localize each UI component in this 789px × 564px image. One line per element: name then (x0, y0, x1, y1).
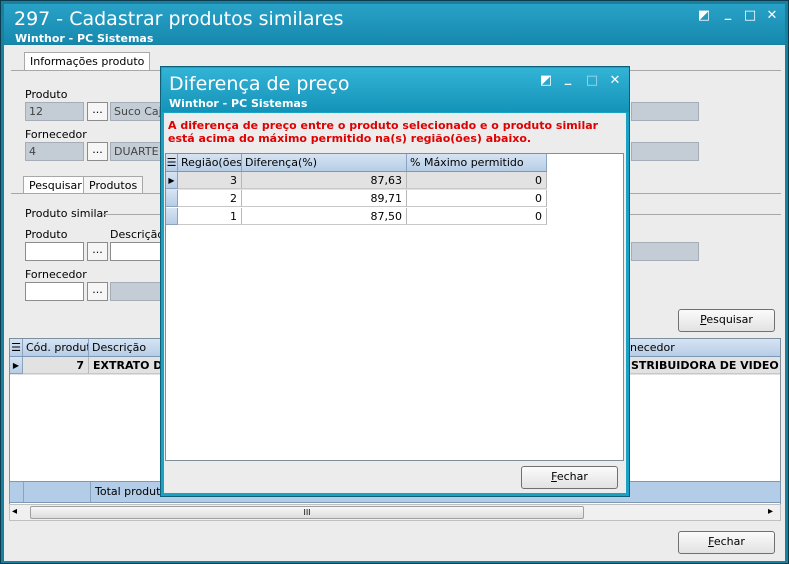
table-row[interactable]: 2 89,71 0 (166, 190, 547, 208)
row-descricao: EXTRATO DE T (89, 357, 169, 374)
scroll-right-icon[interactable]: ▸ (768, 506, 773, 517)
fechar-button-label: echar (713, 535, 745, 548)
diferenca-preco-dialog: Diferença de preço Winthor - PC Sistemas… (160, 66, 630, 497)
row-indicator (166, 190, 178, 207)
dialog-close-icon[interactable]: ✕ (607, 73, 623, 89)
dialog-client-area: A diferença de preço entre o produto sel… (164, 113, 626, 493)
tab-informacoes-produto[interactable]: Informações produto (24, 52, 151, 70)
row-codigo: 7 (23, 357, 89, 374)
tab-pesquisar[interactable]: Pesquisar (23, 176, 88, 194)
horizontal-scrollbar[interactable]: ◂ III ▸ (9, 504, 781, 521)
scroll-left-icon[interactable]: ◂ (12, 506, 17, 517)
ps-fornecedor-input[interactable] (25, 282, 84, 301)
row-pointer-icon: ▶ (10, 357, 23, 374)
row-diferenca: 87,50 (242, 208, 407, 225)
ps-fornecedor-desc-field (110, 282, 162, 301)
maximize-icon[interactable]: □ (742, 8, 758, 24)
dialog-minimize-icon[interactable]: _ (560, 71, 576, 87)
regioes-grid-header: ☰ Região(ões) Diferença(%) % Máximo perm… (166, 154, 547, 172)
produto-desc-field: Suco Cajú (110, 102, 162, 121)
dialog-grid-menu-icon[interactable]: ☰ (166, 154, 178, 171)
produto-code-field[interactable]: 12 (25, 102, 84, 121)
ps-extra-field (631, 242, 699, 261)
row-maximo: 0 (407, 172, 547, 189)
row-pointer-icon: ▶ (166, 172, 178, 189)
fornecedor-extra-field (631, 142, 699, 161)
row-diferenca: 87,63 (242, 172, 407, 189)
col-header-regiao[interactable]: Região(ões) (178, 154, 242, 171)
footer-divider (23, 482, 24, 502)
dialog-subtitle: Winthor - PC Sistemas (169, 97, 308, 110)
table-row[interactable]: ▶ 3 87,63 0 (166, 172, 547, 190)
row-regiao: 1 (178, 208, 242, 225)
tab-produtos[interactable]: Produtos (83, 176, 144, 194)
row-maximo: 0 (407, 190, 547, 207)
row-fornecedor: STRIBUIDORA DE VIDEO GA (627, 357, 780, 374)
row-maximo: 0 (407, 208, 547, 225)
ps-produto-input[interactable] (25, 242, 84, 261)
ps-produto-label: Produto (25, 228, 68, 241)
fechar-button[interactable]: Fechar (678, 531, 775, 554)
main-titlebar[interactable]: 297 - Cadastrar produtos similares Winth… (4, 4, 785, 45)
dialog-fechar-label: echar (556, 470, 588, 483)
fornecedor-label: Fornecedor (25, 128, 87, 141)
fornecedor-lookup-button[interactable]: ... (87, 142, 108, 161)
warning-message-line2: está acima do máximo permitido na(s) reg… (168, 132, 532, 145)
ps-descricao-label: Descrição (110, 228, 165, 241)
row-diferenca: 89,71 (242, 190, 407, 207)
restore-icon[interactable]: ◩ (696, 8, 712, 24)
col-header-diferenca[interactable]: Diferença(%) (242, 154, 407, 171)
dialog-restore-icon[interactable]: ◩ (538, 73, 554, 89)
pesquisar-button[interactable]: Pesquisar (678, 309, 775, 332)
dialog-title: Diferença de preço (169, 73, 350, 95)
pesquisar-button-label: esquisar (706, 313, 753, 326)
fornecedor-desc-field: DUARTE E (110, 142, 162, 161)
ps-produto-lookup-button[interactable]: ... (87, 242, 108, 261)
regioes-grid[interactable]: ☰ Região(ões) Diferença(%) % Máximo perm… (165, 153, 624, 461)
window-subtitle: Winthor - PC Sistemas (15, 32, 154, 45)
scroll-thumb[interactable]: III (30, 506, 584, 519)
col-header-codigo[interactable]: Cód. produt (23, 339, 89, 356)
row-indicator (166, 208, 178, 225)
ps-descricao-input[interactable] (110, 242, 162, 261)
ps-fornecedor-label: Fornecedor (25, 268, 87, 281)
ps-fornecedor-lookup-button[interactable]: ... (87, 282, 108, 301)
table-row[interactable]: 1 87,50 0 (166, 208, 547, 226)
close-icon[interactable]: ✕ (764, 8, 780, 24)
col-header-maximo[interactable]: % Máximo permitido (407, 154, 547, 171)
fornecedor-code-field[interactable]: 4 (25, 142, 84, 161)
row-regiao: 2 (178, 190, 242, 207)
produto-lookup-button[interactable]: ... (87, 102, 108, 121)
dialog-titlebar[interactable]: Diferença de preço Winthor - PC Sistemas… (162, 68, 629, 112)
col-header-descricao[interactable]: Descrição (89, 339, 165, 356)
produto-similar-label: Produto similar (25, 207, 108, 220)
grid-menu-icon[interactable]: ☰ (10, 339, 23, 356)
window-title: 297 - Cadastrar produtos similares (14, 8, 344, 30)
produto-extra-field (631, 102, 699, 121)
row-regiao: 3 (178, 172, 242, 189)
dialog-maximize-icon: □ (585, 73, 599, 88)
warning-message-line1: A diferença de preço entre o produto sel… (168, 119, 599, 132)
col-header-fornecedor[interactable]: necedor (627, 339, 780, 356)
dialog-fechar-button[interactable]: Fechar (521, 466, 618, 489)
minimize-icon[interactable]: _ (720, 6, 736, 22)
produto-label: Produto (25, 88, 68, 101)
